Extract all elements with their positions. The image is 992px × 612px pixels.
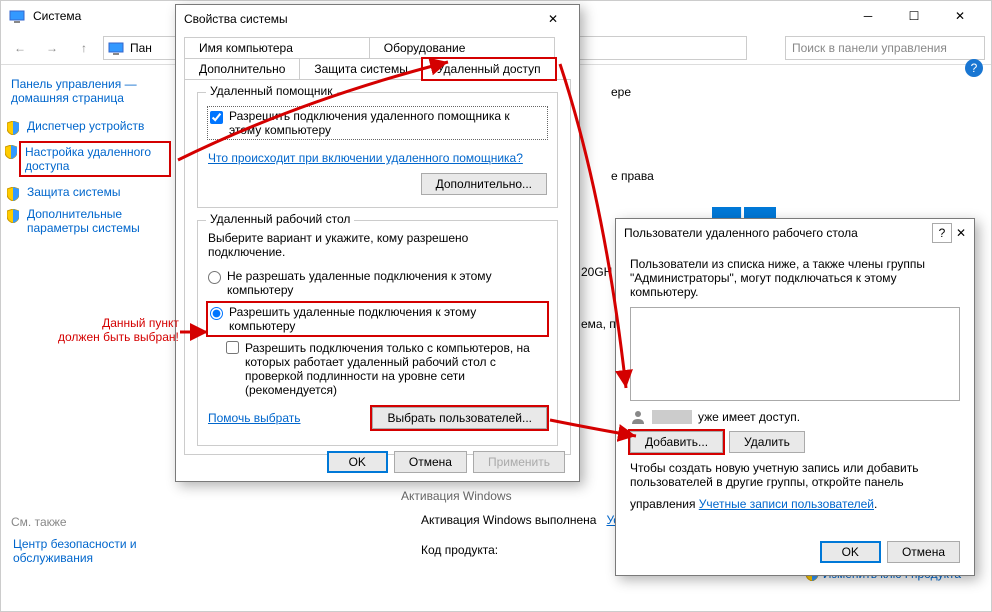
refresh-button[interactable] <box>753 35 779 61</box>
system-properties-dialog: Свойства системы ✕ Имя компьютера Оборуд… <box>175 4 580 482</box>
pc-icon <box>108 40 124 56</box>
see-also-header: См. также <box>11 515 171 529</box>
remote-assistance-help-link[interactable]: Что происходит при включении удаленного … <box>208 151 523 165</box>
group-legend: Удаленный помощник <box>206 84 337 98</box>
search-input[interactable]: Поиск в панели управления <box>785 36 985 60</box>
security-center-link[interactable]: Центр безопасности и обслуживания <box>13 537 171 565</box>
ram-fragment: ема, п <box>581 317 616 331</box>
rights-fragment: е права <box>611 169 961 183</box>
user-icon <box>630 409 646 425</box>
sidebar-device-manager[interactable]: Диспетчер устройств <box>23 119 171 133</box>
users-listbox[interactable] <box>630 307 960 401</box>
dialog-body: Пользователи из списка ниже, а также чле… <box>616 247 974 529</box>
back-button[interactable]: ← <box>7 35 33 61</box>
help-choose-link[interactable]: Помочь выбрать <box>208 411 301 425</box>
shield-icon <box>7 187 19 201</box>
ok-button[interactable]: OK <box>327 451 388 473</box>
dialog-titlebar: Пользователи удаленного рабочего стола ?… <box>616 219 974 247</box>
tab-panel-remote: Удаленный помощник Разрешить подключения… <box>184 79 571 455</box>
advanced-button[interactable]: Дополнительно... <box>421 173 547 195</box>
dialog-title: Свойства системы <box>184 12 535 26</box>
create-user-text: Чтобы создать новую учетную запись или д… <box>630 461 960 519</box>
rd-description: Выберите вариант и укажите, кому разреше… <box>208 231 547 259</box>
shield-icon <box>5 145 17 159</box>
shield-icon <box>7 121 19 135</box>
dialog-title: Пользователи удаленного рабочего стола <box>624 226 932 240</box>
tab-advanced[interactable]: Дополнительно <box>184 58 300 80</box>
tab-strip: Имя компьютера Оборудование Дополнительн… <box>176 33 579 79</box>
blurred-username: xxxx <box>652 410 692 424</box>
dialog-titlebar: Свойства системы ✕ <box>176 5 579 33</box>
current-user-access: xxxx уже имеет доступ. <box>630 409 960 425</box>
cancel-button[interactable]: Отмена <box>887 541 960 563</box>
product-key-label: Код продукта: <box>421 543 498 557</box>
add-button[interactable]: Добавить... <box>630 431 723 453</box>
sidebar-system-protection[interactable]: Защита системы <box>23 185 171 199</box>
help-button[interactable]: ? <box>932 223 952 243</box>
nla-checkbox[interactable]: Разрешить подключения только с компьютер… <box>226 341 547 397</box>
radio-deny-remote[interactable]: Не разрешать удаленные подключения к это… <box>208 269 547 297</box>
rdu-description: Пользователи из списка ниже, а также чле… <box>630 257 960 299</box>
select-users-button[interactable]: Выбрать пользователей... <box>372 407 547 429</box>
sidebar-advanced-settings[interactable]: Дополнительные параметры системы <box>23 207 171 235</box>
tab-computer-name[interactable]: Имя компьютера <box>184 37 370 59</box>
remote-assistance-group: Удаленный помощник Разрешить подключения… <box>197 92 558 208</box>
up-button[interactable]: ↑ <box>71 35 97 61</box>
remove-button[interactable]: Удалить <box>729 431 805 453</box>
close-button[interactable]: ✕ <box>535 12 571 26</box>
remote-desktop-group: Удаленный рабочий стол Выберите вариант … <box>197 220 558 446</box>
minimize-button[interactable]: ─ <box>845 1 891 31</box>
allow-remote-assistance-checkbox[interactable]: Разрешить подключения удаленного помощни… <box>208 107 547 139</box>
annotation-text: Данный пункт должен быть выбран! <box>58 316 179 344</box>
activation-status: Активация Windows выполнена <box>421 513 596 527</box>
cancel-button[interactable]: Отмена <box>394 451 467 473</box>
radio-input[interactable] <box>208 271 221 284</box>
radio-input[interactable] <box>210 307 223 320</box>
breadcrumb-text: Пан <box>130 41 152 55</box>
control-panel-home[interactable]: Панель управления — домашняя страница <box>11 77 171 105</box>
close-button[interactable]: ✕ <box>956 226 966 240</box>
remote-desktop-users-dialog: Пользователи удаленного рабочего стола ?… <box>615 218 975 576</box>
shield-icon <box>7 209 19 223</box>
dialog-buttons: OK Отмена Применить <box>327 451 565 473</box>
ok-button[interactable]: OK <box>820 541 881 563</box>
cpu-fragment: 20GH <box>581 265 612 279</box>
search-placeholder: Поиск в панели управления <box>792 41 947 55</box>
tab-remote[interactable]: Удаленный доступ <box>422 58 556 80</box>
radio-allow-remote[interactable]: Разрешить удаленные подключения к этому … <box>208 303 547 335</box>
close-button[interactable]: ✕ <box>937 1 983 31</box>
system-icon <box>9 8 25 24</box>
tab-system-protection[interactable]: Защита системы <box>299 58 422 80</box>
maximize-button[interactable]: ☐ <box>891 1 937 31</box>
checkbox-input[interactable] <box>210 111 223 124</box>
tab-hardware[interactable]: Оборудование <box>369 37 555 59</box>
user-accounts-link[interactable]: Учетные записи пользователей <box>699 497 874 511</box>
checkbox-input[interactable] <box>226 341 239 354</box>
help-icon[interactable]: ? <box>965 59 983 77</box>
forward-button[interactable]: → <box>39 35 65 61</box>
group-legend: Удаленный рабочий стол <box>206 212 354 226</box>
apply-button[interactable]: Применить <box>473 451 565 473</box>
header-fragment: ере <box>611 85 961 99</box>
sidebar-remote-settings[interactable]: Настройка удаленного доступа <box>19 141 171 177</box>
